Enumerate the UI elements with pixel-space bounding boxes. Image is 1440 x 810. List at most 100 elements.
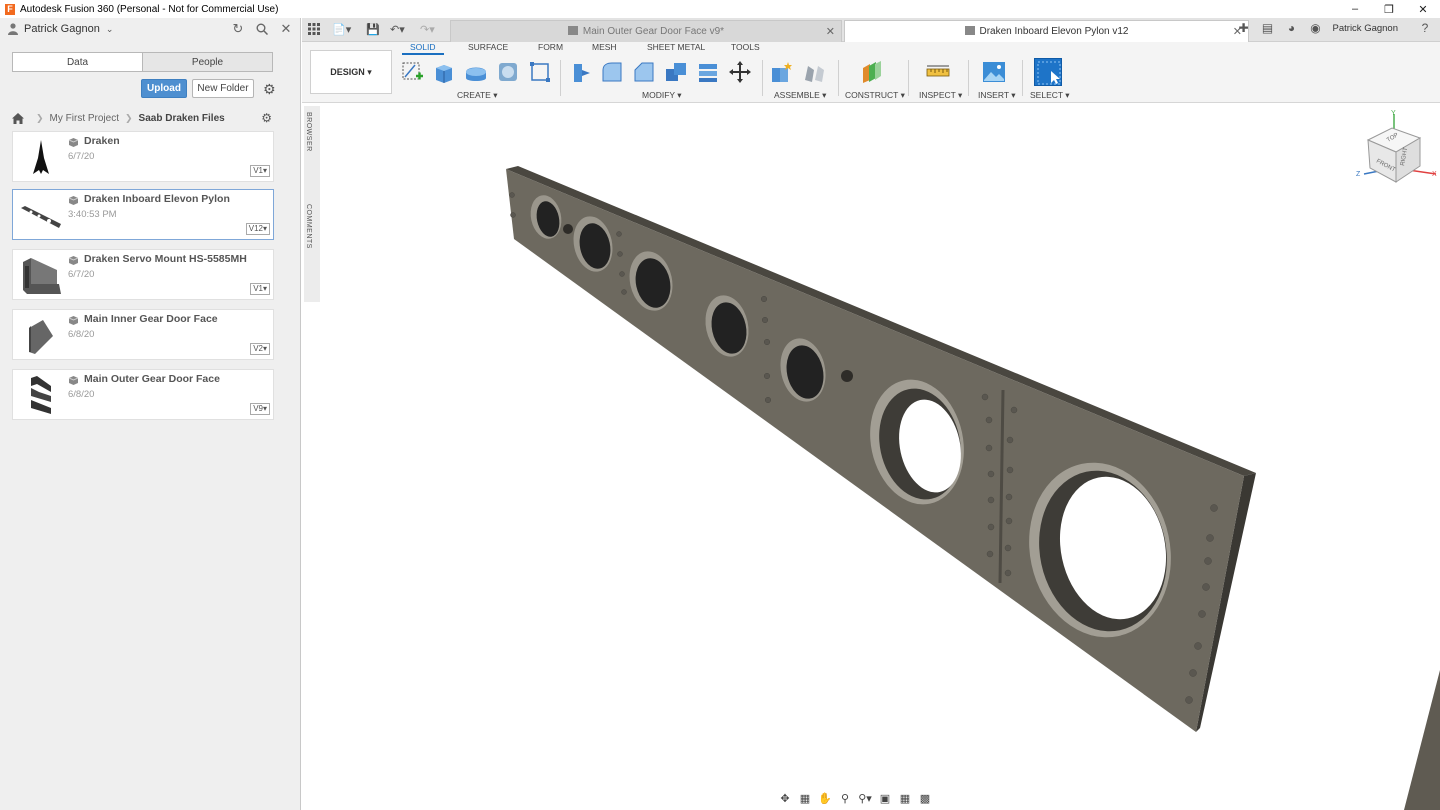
view-cube[interactable]: TOP FRONT RIGHT Y Z X bbox=[1350, 108, 1440, 188]
job-status-icon[interactable]: ◕ bbox=[1285, 21, 1299, 35]
zoom-icon[interactable]: ⚲ bbox=[838, 792, 852, 805]
tab-form[interactable]: FORM bbox=[538, 42, 563, 52]
gear-icon[interactable]: ⚙ bbox=[263, 82, 277, 96]
tab-draken-inboard-elevon-pylon[interactable]: Draken Inboard Elevon Pylon v12 ✕ bbox=[844, 20, 1249, 42]
new-folder-button[interactable]: New Folder bbox=[192, 79, 254, 98]
close-icon[interactable]: ✕ bbox=[1406, 0, 1440, 18]
help-icon[interactable]: ? bbox=[1418, 21, 1432, 35]
group-divider bbox=[908, 60, 909, 96]
select-menu[interactable]: SELECT ▾ bbox=[1030, 90, 1070, 101]
search-icon[interactable] bbox=[254, 21, 270, 37]
offset-plane-icon[interactable] bbox=[860, 60, 884, 84]
joint-icon[interactable] bbox=[802, 60, 826, 84]
orbit-icon[interactable]: ✥ bbox=[778, 792, 792, 805]
breadcrumb-folder[interactable]: Saab Draken Files bbox=[139, 113, 225, 124]
viewports-icon[interactable]: ▩ bbox=[918, 792, 932, 805]
redo-icon[interactable]: ↷▾ bbox=[420, 23, 435, 36]
refresh-icon[interactable]: ↻ bbox=[230, 21, 246, 37]
data-people-tabs: Data People bbox=[12, 52, 273, 72]
version-badge[interactable]: V1▾ bbox=[250, 283, 270, 295]
press-pull-icon[interactable] bbox=[568, 60, 592, 84]
version-badge[interactable]: V1▾ bbox=[250, 165, 270, 177]
grid-settings-icon[interactable]: ▦ bbox=[898, 792, 912, 805]
file-card[interactable]: Draken Servo Mount HS-5585MH 6/7/20 V1▾ bbox=[12, 249, 274, 300]
minimize-icon[interactable]: – bbox=[1338, 0, 1372, 18]
measure-icon[interactable] bbox=[926, 60, 950, 84]
tab-mesh[interactable]: MESH bbox=[592, 42, 617, 52]
file-menu-icon[interactable]: 📄▾ bbox=[332, 23, 351, 36]
design-file-icon bbox=[68, 316, 79, 325]
upload-button[interactable]: Upload bbox=[141, 79, 187, 98]
look-at-icon[interactable]: ▦ bbox=[798, 792, 812, 805]
restore-icon[interactable]: ❐ bbox=[1372, 0, 1406, 18]
tab-tools[interactable]: TOOLS bbox=[731, 42, 760, 52]
comments-panel-toggle[interactable]: COMMENTS bbox=[305, 204, 312, 249]
file-card[interactable]: Draken Inboard Elevon Pylon 3:40:53 PM V… bbox=[12, 189, 274, 240]
file-thumbnail bbox=[23, 258, 61, 294]
tab-surface[interactable]: SURFACE bbox=[468, 42, 508, 52]
insert-image-icon[interactable] bbox=[982, 60, 1006, 84]
ribbon-toolbar: DESIGN ▾ SOLID SURFACE FORM MESH SHEET M… bbox=[302, 42, 1440, 103]
assemble-menu[interactable]: ASSEMBLE ▾ bbox=[774, 90, 826, 101]
tab-title: Draken Inboard Elevon Pylon v12 bbox=[979, 26, 1129, 37]
tab-solid[interactable]: SOLID bbox=[402, 42, 443, 55]
file-card[interactable]: Draken 6/7/20 V1▾ bbox=[12, 131, 274, 182]
display-settings-icon[interactable]: ▣ bbox=[878, 792, 892, 805]
move-icon[interactable] bbox=[728, 60, 752, 84]
close-tab-icon[interactable]: ✕ bbox=[826, 25, 835, 38]
extrude-icon[interactable] bbox=[432, 60, 456, 84]
version-badge[interactable]: V9▾ bbox=[250, 403, 270, 415]
construct-menu[interactable]: CONSTRUCT ▾ bbox=[845, 90, 905, 101]
tab-main-outer-gear-door[interactable]: Main Outer Gear Door Face v9* ✕ bbox=[450, 20, 842, 42]
notifications-icon[interactable]: ◉ bbox=[1309, 21, 1323, 35]
3d-viewport[interactable]: TOP FRONT RIGHT Y Z X bbox=[302, 104, 1440, 810]
breadcrumb: ❯ My First Project ❯ Saab Draken Files ⚙ bbox=[12, 111, 282, 125]
undo-icon[interactable]: ↶▾ bbox=[390, 23, 405, 36]
app-grid-icon[interactable] bbox=[308, 23, 320, 35]
select-icon[interactable] bbox=[1034, 58, 1062, 86]
file-date: 6/7/20 bbox=[68, 269, 95, 280]
axis-x-label: X bbox=[1432, 171, 1437, 178]
account-name[interactable]: Patrick Gagnon bbox=[1333, 23, 1398, 34]
window-title: Autodesk Fusion 360 (Personal - Not for … bbox=[20, 3, 279, 15]
data-panel-header: Patrick Gagnon ⌄ ↻ ✕ bbox=[0, 18, 300, 40]
user-name[interactable]: Patrick Gagnon bbox=[24, 23, 100, 35]
tab-sheet-metal[interactable]: SHEET METAL bbox=[647, 42, 705, 52]
folder-settings-icon[interactable]: ⚙ bbox=[261, 111, 272, 125]
tab-data[interactable]: Data bbox=[13, 53, 142, 71]
fit-icon[interactable]: ⚲▾ bbox=[858, 792, 872, 805]
design-tab-icon bbox=[567, 26, 578, 35]
file-name: Main Outer Gear Door Face bbox=[84, 373, 220, 385]
inspect-menu[interactable]: INSPECT ▾ bbox=[919, 90, 962, 101]
save-icon[interactable]: 💾 bbox=[366, 23, 380, 36]
pan-icon[interactable]: ✋ bbox=[818, 792, 832, 805]
pylon-model[interactable] bbox=[302, 104, 1440, 810]
home-icon[interactable] bbox=[12, 112, 24, 124]
create-menu[interactable]: CREATE ▾ bbox=[457, 90, 497, 101]
version-badge[interactable]: V12▾ bbox=[245, 223, 270, 235]
chevron-down-icon[interactable]: ⌄ bbox=[106, 24, 114, 35]
create-sketch-icon[interactable] bbox=[400, 60, 424, 84]
tab-people[interactable]: People bbox=[142, 53, 272, 71]
workspace-switcher[interactable]: DESIGN ▾ bbox=[310, 50, 392, 94]
insert-menu[interactable]: INSERT ▾ bbox=[978, 90, 1016, 101]
shell-icon[interactable] bbox=[664, 60, 688, 84]
revolve-icon[interactable] bbox=[464, 60, 488, 84]
chamfer-icon[interactable] bbox=[632, 60, 656, 84]
file-thumbnail bbox=[29, 320, 53, 354]
file-card[interactable]: Main Inner Gear Door Face 6/8/20 V2▾ bbox=[12, 309, 274, 360]
comments-icon[interactable]: ▤ bbox=[1261, 21, 1275, 35]
file-card[interactable]: Main Outer Gear Door Face 6/8/20 V9▾ bbox=[12, 369, 274, 420]
modify-menu[interactable]: MODIFY ▾ bbox=[642, 90, 682, 101]
new-tab-icon[interactable]: ✚ bbox=[1237, 21, 1251, 35]
breadcrumb-project[interactable]: My First Project bbox=[50, 113, 119, 124]
fillet-icon[interactable] bbox=[600, 60, 624, 84]
new-component-icon[interactable] bbox=[770, 60, 794, 84]
file-name: Draken bbox=[84, 135, 120, 147]
version-badge[interactable]: V2▾ bbox=[250, 343, 270, 355]
sweep-icon[interactable] bbox=[496, 60, 520, 84]
box-icon[interactable] bbox=[528, 60, 552, 84]
combine-icon[interactable] bbox=[696, 60, 720, 84]
browser-panel-toggle[interactable]: BROWSER bbox=[305, 112, 312, 152]
close-panel-icon[interactable]: ✕ bbox=[278, 21, 294, 37]
